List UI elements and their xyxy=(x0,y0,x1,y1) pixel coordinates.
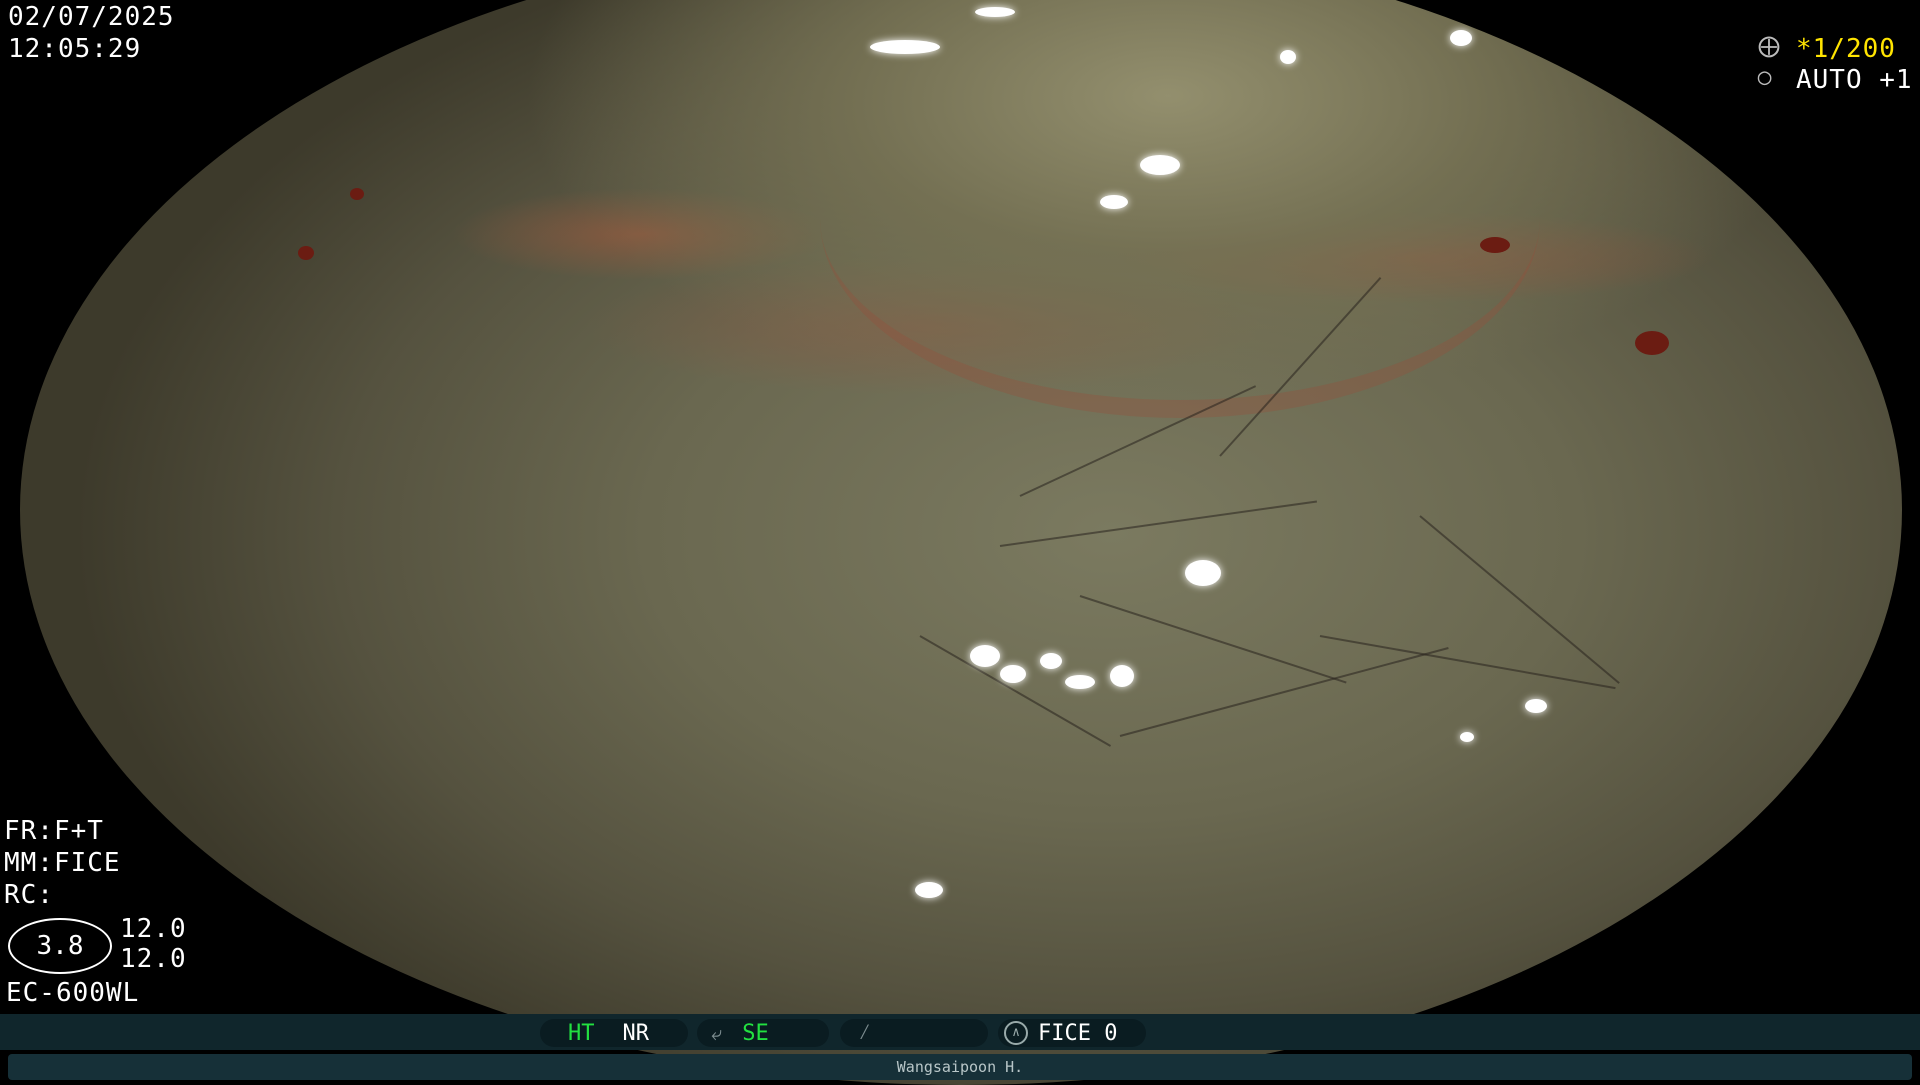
vessel xyxy=(999,500,1318,547)
iris-mode-label: AUTO +1 xyxy=(1796,65,1913,95)
light-reflection xyxy=(1000,665,1026,683)
value-bottom: 12.0 xyxy=(120,944,187,974)
structure-enhance-icon: ⤶ xyxy=(711,1021,723,1045)
light-reflection xyxy=(975,7,1015,17)
color-adjust-indicator: ⁄ xyxy=(840,1019,988,1047)
blood-spot xyxy=(350,188,364,200)
iris-icon: ◯ xyxy=(1758,65,1773,90)
endoscope-image xyxy=(20,0,1902,1085)
rc-setting: RC: xyxy=(4,880,54,910)
ht-label: HT xyxy=(568,1020,595,1046)
light-reflection xyxy=(1040,653,1062,669)
light-reflection xyxy=(970,645,1000,667)
mucosal-fold xyxy=(820,20,1540,418)
ht-nr-indicator: HT NR xyxy=(540,1019,688,1047)
light-reflection xyxy=(1100,195,1128,209)
light-reflection xyxy=(1185,560,1221,586)
aperture-icon: ⨁ xyxy=(1758,34,1781,59)
light-reflection xyxy=(1140,155,1180,175)
fice-indicator: ∧ FICE 0 xyxy=(998,1019,1146,1047)
nr-label: NR xyxy=(622,1020,650,1046)
light-reflection xyxy=(1525,699,1547,713)
scope-size-badge: 3.8 xyxy=(8,918,112,974)
color-adjust-icon: ⁄ xyxy=(858,1020,872,1045)
light-reflection xyxy=(870,40,940,54)
blood-spot xyxy=(1480,237,1510,253)
scope-model: EC-600WL xyxy=(6,978,140,1008)
light-reflection xyxy=(1280,50,1296,64)
value-top: 12.0 xyxy=(120,914,187,944)
date-label: 02/07/2025 xyxy=(8,2,175,32)
blood-spot xyxy=(1635,331,1669,355)
fr-setting: FR:F+T xyxy=(4,816,104,846)
structure-enhance-indicator: ⤶ SE xyxy=(697,1019,829,1047)
vessel xyxy=(919,635,1112,747)
shutter-speed-label: *1/200 xyxy=(1796,34,1896,64)
light-reflection xyxy=(1110,665,1134,687)
light-reflection xyxy=(1460,732,1474,742)
mm-setting: MM:FICE xyxy=(4,848,121,878)
fice-mode-icon: ∧ xyxy=(1004,1021,1028,1045)
fice-label: FICE 0 xyxy=(1038,1020,1118,1046)
blood-spot xyxy=(298,246,314,260)
time-label: 12:05:29 xyxy=(8,34,142,64)
light-reflection xyxy=(1450,30,1472,46)
light-reflection xyxy=(1065,675,1095,689)
se-label: SE xyxy=(742,1020,769,1046)
light-reflection xyxy=(915,882,943,898)
status-bar: HT NR ⤶ SE ⁄ ∧ FICE 0 xyxy=(0,1014,1920,1050)
patient-name: Wangsaipoon H. xyxy=(896,1058,1024,1076)
patient-name-bar: Wangsaipoon H. xyxy=(8,1054,1912,1080)
